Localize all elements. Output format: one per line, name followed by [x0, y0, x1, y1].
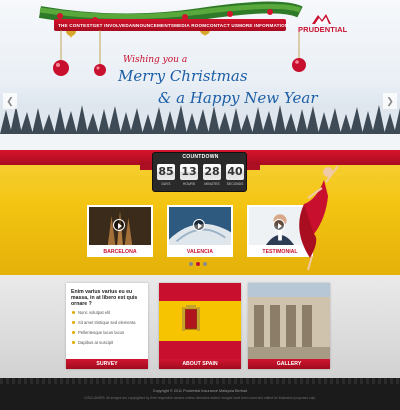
ornament-left-2 [94, 30, 106, 76]
bullet-icon [72, 321, 75, 324]
pager-dot-active[interactable] [196, 262, 200, 266]
survey-question: Enim varius varius eu eu massa, in at li… [71, 289, 138, 308]
countdown-minutes-label: MINUTES [204, 182, 220, 186]
play-icon[interactable] [273, 219, 285, 231]
video-card-valencia[interactable]: VALENCIA [167, 205, 233, 259]
footer-copyright: Copyright © 2011 Prudential Insurance Ma… [152, 389, 248, 393]
survey-option[interactable]: Pellentesque lacus lacus [72, 330, 124, 335]
about-spain-button[interactable]: ABOUT SPAIN [159, 359, 241, 369]
headline-merry-christmas: Merry Christmas [118, 67, 248, 85]
bullet-icon [72, 341, 75, 344]
countdown-seconds-label: SECONDS [226, 182, 244, 186]
bullet-icon [72, 311, 75, 314]
video-label-valencia: VALENCIA [167, 247, 233, 257]
countdown-minutes: 28 [203, 164, 221, 180]
headline-happy-new-year: & a Happy New Year [158, 89, 318, 107]
nav-item-media-room[interactable]: MEDIA ROOM [174, 23, 206, 28]
gallery-button[interactable]: GALLERY [248, 359, 330, 369]
survey-option[interactable]: Dapibus at suscipit [72, 340, 113, 345]
nav-item-announcements[interactable]: ANNOUNCEMENTS [129, 23, 174, 28]
nav-item-contact-us[interactable]: CONTACT US [206, 23, 238, 28]
hero-banner: THE CONTEST GET INVOLVED ANNOUNCEMENTS M… [0, 0, 400, 150]
play-icon[interactable] [193, 219, 205, 231]
ornament-left [53, 30, 69, 76]
countdown-hours: 13 [180, 164, 198, 180]
survey-option[interactable]: Nunc volutpat elit [72, 310, 110, 315]
footer-disclaimer: DISCLAIMER: All images are copyrighted b… [84, 396, 316, 400]
ornament-right [292, 32, 306, 72]
countdown-hours-label: HOURS [182, 182, 196, 186]
video-label-barcelona: BARCELONA [87, 247, 153, 257]
play-icon[interactable] [113, 219, 125, 231]
countdown-days-label: DAYS [161, 182, 171, 186]
countdown-title: COUNTDOWN [182, 154, 219, 160]
footer-pattern [0, 378, 400, 384]
countdown-timer: COUNTDOWN 85 13 28 40 DAYS HOURS MINUTES… [152, 152, 247, 192]
survey-option-label: Dapibus at suscipit [78, 340, 114, 345]
survey-option-label: Nunc volutpat elit [78, 310, 111, 315]
snowy-forest [0, 104, 400, 150]
gallery-image[interactable] [248, 283, 330, 359]
survey-option-label: Sit amet tristique sed elementa [78, 320, 136, 325]
pager-dot[interactable] [203, 262, 207, 266]
nav-item-the-contest[interactable]: THE CONTEST [58, 23, 93, 28]
bullet-icon [72, 331, 75, 334]
flamenco-dancer-illustration [299, 165, 339, 271]
nav-item-more-information[interactable]: MORE INFORMATION [238, 23, 288, 28]
slide-prev-arrow-icon[interactable]: ❮ [3, 93, 17, 109]
countdown-seconds: 40 [226, 164, 244, 180]
video-card-barcelona[interactable]: BARCELONA [87, 205, 153, 259]
nav-item-get-involved[interactable]: GET INVOLVED [93, 23, 129, 28]
spain-flag-image[interactable] [159, 283, 241, 359]
video-pager [189, 262, 207, 266]
survey-option[interactable]: Sit amet tristique sed elementa [72, 320, 136, 325]
gallery-panel: GALLERY [248, 283, 330, 369]
greeting-small: Wishing you a [123, 55, 188, 65]
footer: Copyright © 2011 Prudential Insurance Ma… [0, 378, 400, 410]
survey-panel: Enim varius varius eu eu massa, in at li… [66, 283, 148, 369]
survey-option-label: Pellentesque lacus lacus [78, 330, 125, 335]
pager-dot[interactable] [189, 262, 193, 266]
survey-button[interactable]: SURVEY [66, 359, 148, 369]
slide-next-arrow-icon[interactable]: ❯ [383, 93, 397, 109]
about-spain-panel: ABOUT SPAIN [159, 283, 241, 369]
countdown-days: 85 [157, 164, 175, 180]
